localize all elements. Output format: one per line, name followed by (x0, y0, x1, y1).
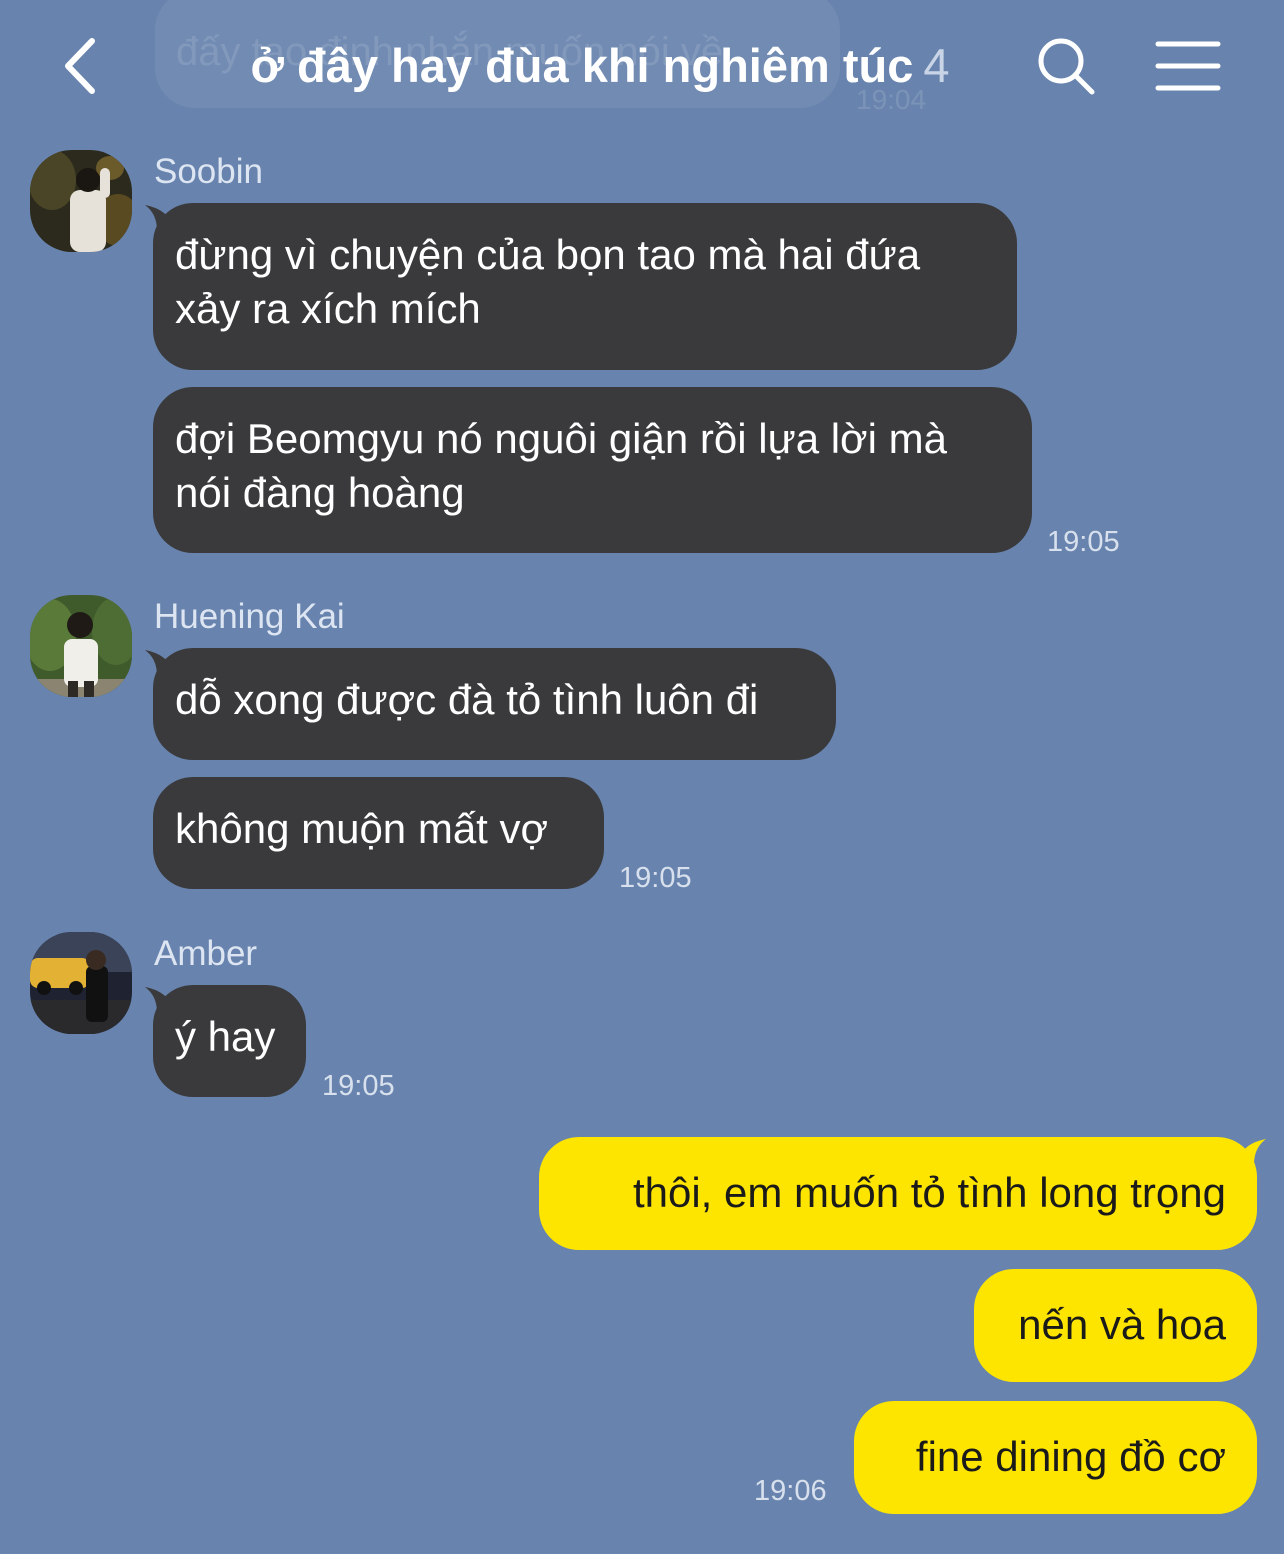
sender-name-amber: Amber (154, 934, 258, 973)
search-button[interactable] (1032, 32, 1100, 100)
message-timestamp: 19:05 (322, 1070, 395, 1102)
message-text-line: nến và hoa (1018, 1301, 1226, 1348)
message-text-line: xảy ra xích mích (175, 285, 481, 332)
message-timestamp: 19:06 (754, 1475, 827, 1507)
message-text-line: dỗ xong được đà tỏ tình luôn đi (175, 676, 759, 723)
back-button[interactable] (50, 30, 110, 102)
message-timestamp: 19:05 (1047, 526, 1120, 558)
avatar-amber[interactable] (30, 932, 132, 1034)
message-text-line: không muộn mất vợ (175, 805, 549, 852)
chevron-left-icon (65, 38, 95, 94)
message-bubble[interactable]: đợi Beomgyu nó nguôi giận rồi lựa lời mà… (153, 387, 1032, 553)
search-icon (1038, 38, 1095, 95)
message-text-line: đừng vì chuyện của bọn tao mà hai đứa (175, 231, 921, 278)
chat-title-text: ở đây hay đùa khi nghiêm túc (250, 39, 914, 92)
menu-button[interactable] (1150, 36, 1228, 96)
message-text-line: nói đàng hoàng (175, 469, 465, 516)
message-bubble[interactable]: đừng vì chuyện của bọn tao mà hai đứa xả… (153, 203, 1017, 370)
message-bubble[interactable]: thôi, em muốn tỏ tình long trọng (539, 1137, 1257, 1250)
chat-header: đấy tao định nhắn muốn nói về 19:04 ở đâ… (0, 0, 1284, 130)
chat-title: ở đây hay đùa khi nghiêm túc 4 (160, 38, 1040, 93)
sender-name-soobin: Soobin (154, 152, 263, 191)
avatar-huening-kai[interactable] (30, 595, 132, 697)
message-bubble[interactable]: nến và hoa (974, 1269, 1257, 1382)
hamburger-menu-icon (1155, 41, 1221, 91)
message-bubble[interactable]: dỗ xong được đà tỏ tình luôn đi (153, 648, 836, 760)
message-text-line: thôi, em muốn tỏ tình long trọng (632, 1169, 1226, 1216)
message-bubble[interactable]: ý hay (153, 985, 306, 1097)
sender-name-huening-kai: Huening Kai (154, 597, 345, 636)
message-bubble[interactable]: không muộn mất vợ (153, 777, 604, 889)
avatar-soobin[interactable] (30, 150, 132, 252)
member-count: 4 (923, 39, 950, 92)
message-text-line: ý hay (175, 1013, 276, 1060)
message-text-line: đợi Beomgyu nó nguôi giận rồi lựa lời mà (175, 415, 947, 462)
message-text-line: fine dining đồ cơ (915, 1433, 1226, 1480)
message-bubble[interactable]: fine dining đồ cơ (854, 1401, 1257, 1514)
message-timestamp: 19:05 (619, 862, 692, 894)
